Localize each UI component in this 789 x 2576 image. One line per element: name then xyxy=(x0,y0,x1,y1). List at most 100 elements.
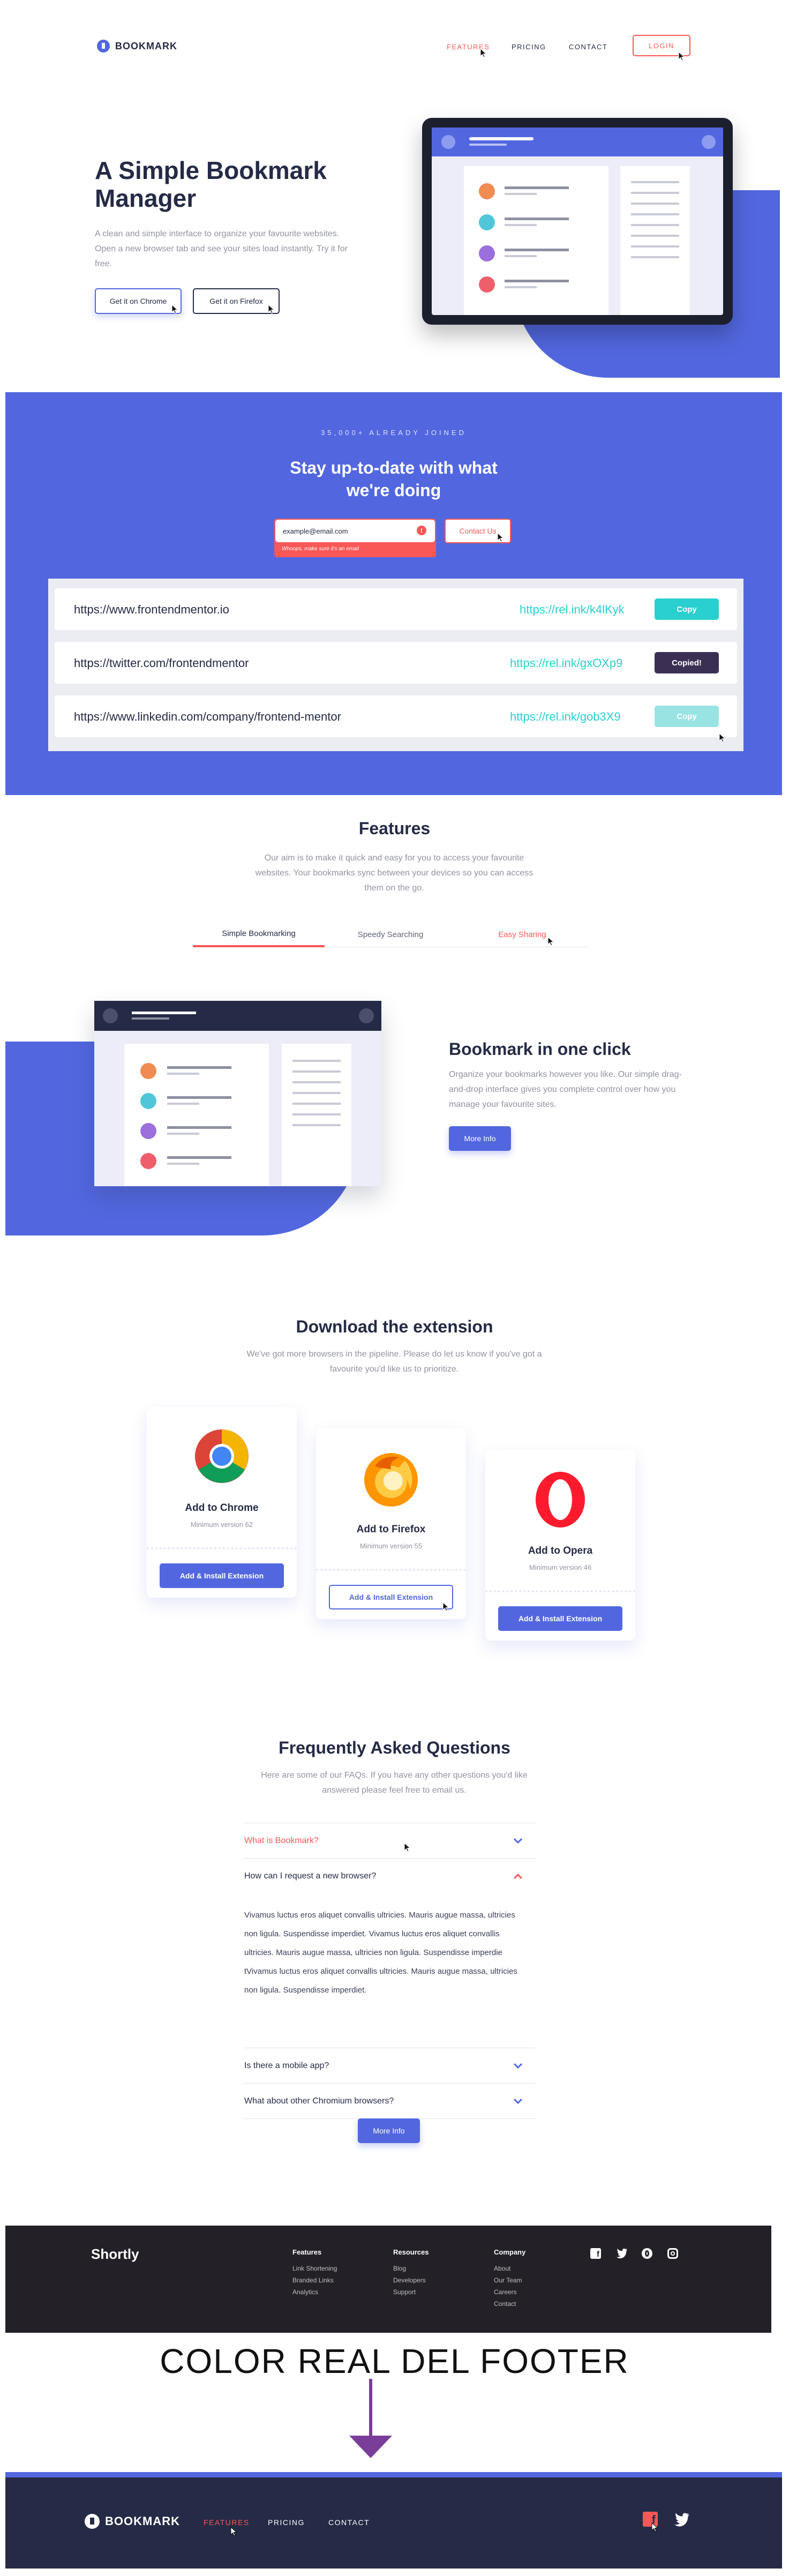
link-original: https://www.linkedin.com/company/fronten… xyxy=(74,710,341,723)
hero-title: A Simple Bookmark Manager xyxy=(95,156,327,212)
extension-card-name: Add to Opera xyxy=(528,1545,593,1556)
features-section: Features Our aim is to make it quick and… xyxy=(0,795,789,1267)
faq-description: Here are some of our FAQs. If you have a… xyxy=(261,1771,528,1795)
link-row: https://www.linkedin.com/company/fronten… xyxy=(55,695,737,737)
brand-name: BOOKMARK xyxy=(115,40,177,51)
hero-section: A Simple Bookmark Manager A clean and si… xyxy=(0,91,789,391)
footer-brand[interactable]: Shortly xyxy=(91,2246,139,2263)
footer-link[interactable]: Link Shortening xyxy=(292,2265,337,2272)
footer-link[interactable]: Support xyxy=(393,2288,429,2296)
footer-link[interactable]: Developers xyxy=(393,2277,429,2284)
twitter-icon[interactable] xyxy=(674,2513,690,2527)
cursor-icon xyxy=(230,2526,238,2536)
firefox-logo-icon xyxy=(362,1450,420,1508)
footer-link[interactable]: Contact xyxy=(494,2300,525,2308)
email-error-text: Whoops, make sure it's an email xyxy=(282,546,359,552)
signup-eyebrow: 35,000+ ALREADY JOINED xyxy=(321,429,467,437)
features-title: Features xyxy=(358,819,431,838)
twitter-icon[interactable] xyxy=(616,2248,628,2259)
tab-speedy-searching[interactable]: Speedy Searching xyxy=(325,922,456,947)
arrow-down-icon xyxy=(349,2379,392,2459)
chevron-down-icon xyxy=(513,1837,523,1847)
navbar: BOOKMARK FEATURES PRICING CONTACT LOGIN xyxy=(0,0,789,91)
get-firefox-button[interactable]: Get it on Firefox xyxy=(193,288,280,314)
footer-col: Company About Our Team Careers Contact xyxy=(494,2248,526,2308)
chevron-down-icon xyxy=(513,2062,523,2072)
footer-link[interactable]: Branded Links xyxy=(292,2277,337,2284)
link-short[interactable]: https://rel.ink/gxOXp9 xyxy=(510,656,622,670)
chevron-down-icon xyxy=(513,2098,523,2107)
cursor-icon xyxy=(442,1601,450,1612)
tab-easy-sharing[interactable]: Easy Sharing xyxy=(456,922,588,947)
features-description: Our aim is to make it quick and easy for… xyxy=(255,853,533,893)
annotation-text: COLOR REAL DEL FOOTER xyxy=(160,2342,629,2380)
cursor-icon xyxy=(547,936,555,946)
extension-title: Download the extension xyxy=(296,1317,493,1336)
extension-card-version: Minimum version 62 xyxy=(190,1521,253,1529)
hero-tablet-illustration xyxy=(422,118,733,325)
brand-logo[interactable]: BOOKMARK xyxy=(97,40,177,53)
footer: BOOKMARK FEATURES PRICING CONTACT f xyxy=(5,2472,782,2568)
faq-list: What is Bookmark? How can I request a ne… xyxy=(243,1823,536,2119)
footer-link-features[interactable]: FEATURES xyxy=(204,2518,250,2527)
copy-button[interactable]: Copy xyxy=(655,706,719,727)
hero-description: A clean and simple interface to organize… xyxy=(95,229,348,268)
tab-simple-bookmarking[interactable]: Simple Bookmarking xyxy=(193,922,325,947)
faq-section: Frequently Asked Questions Here are some… xyxy=(0,1695,789,2226)
faq-more-info-button[interactable]: More Info xyxy=(358,2118,420,2143)
instagram-icon[interactable] xyxy=(667,2248,678,2259)
footer-link[interactable]: About xyxy=(494,2265,525,2272)
cursor-icon xyxy=(171,304,179,314)
install-opera-button[interactable]: Add & Install Extension xyxy=(498,1606,622,1631)
faq-question: What is Bookmark? xyxy=(244,1836,319,1845)
error-icon: ! xyxy=(417,526,426,535)
link-short[interactable]: https://rel.ink/gob3X9 xyxy=(510,710,621,724)
extension-card-version: Minimum version 46 xyxy=(529,1563,592,1571)
footer-link-pricing[interactable]: PRICING xyxy=(268,2518,305,2527)
cursor-icon xyxy=(678,51,686,61)
faq-question: How can I request a new browser? xyxy=(244,1871,377,1881)
faq-item[interactable]: What is Bookmark? xyxy=(243,1823,536,1859)
faq-item[interactable]: Is there a mobile app? xyxy=(243,2048,536,2084)
feature-panel-title: Bookmark in one click xyxy=(449,1039,631,1059)
get-chrome-button[interactable]: Get it on Chrome xyxy=(95,288,182,314)
cursor-icon xyxy=(404,1842,411,1852)
chrome-logo-icon xyxy=(194,1428,250,1484)
email-field-wrapper: example@email.com ! Whoops, make sure it… xyxy=(274,519,436,557)
extension-card-firefox: Add to Firefox Minimum version 55 Add & … xyxy=(316,1428,466,1619)
faq-item[interactable]: What about other Chromium browsers? xyxy=(243,2084,536,2119)
signup-title: Stay up-to-date with what we're doing xyxy=(290,458,498,500)
nav-link-contact[interactable]: CONTACT xyxy=(569,43,607,51)
cursor-icon xyxy=(268,304,275,314)
extension-card-name: Add to Chrome xyxy=(185,1502,259,1514)
cursor-icon xyxy=(651,2522,659,2532)
copied-button[interactable]: Copied! xyxy=(655,652,719,673)
extension-card-version: Minimum version 55 xyxy=(359,1542,423,1550)
footer-link[interactable]: Analytics xyxy=(292,2288,337,2296)
extension-card-name: Add to Firefox xyxy=(356,1524,426,1535)
faq-item-expanded[interactable]: How can I request a new browser? Vivamus… xyxy=(243,1859,536,2048)
footer-link[interactable]: Our Team xyxy=(494,2277,525,2284)
footer-col: Features Link Shortening Branded Links A… xyxy=(292,2248,337,2296)
footer-link[interactable]: Blog xyxy=(393,2265,429,2272)
footer-brand[interactable]: BOOKMARK xyxy=(85,2514,180,2529)
bookmark-logo-icon xyxy=(97,40,110,53)
footer-link[interactable]: Careers xyxy=(494,2288,525,2296)
footer-link-contact[interactable]: CONTACT xyxy=(328,2518,370,2527)
more-info-button[interactable]: More Info xyxy=(449,1126,511,1151)
copy-button[interactable]: Copy xyxy=(655,598,719,620)
install-chrome-button[interactable]: Add & Install Extension xyxy=(160,1563,284,1588)
nav-link-pricing[interactable]: PRICING xyxy=(512,43,546,51)
facebook-icon[interactable]: f xyxy=(590,2248,601,2259)
cursor-icon xyxy=(480,48,487,58)
feature-panel-text: Organize your bookmarks however you like… xyxy=(449,1070,682,1109)
link-row: https://twitter.com/frontendmentor https… xyxy=(55,642,737,684)
email-field[interactable]: example@email.com xyxy=(275,520,435,542)
shortened-links-panel: https://www.frontendmentor.io https://re… xyxy=(48,579,743,751)
cursor-icon xyxy=(497,532,505,542)
feature-illustration xyxy=(94,1001,381,1186)
install-firefox-button[interactable]: Add & Install Extension xyxy=(329,1585,453,1609)
pinterest-icon[interactable] xyxy=(642,2248,652,2259)
features-tabs: Simple Bookmarking Speedy Searching Easy… xyxy=(193,922,588,947)
link-short[interactable]: https://rel.ink/k4lKyk xyxy=(520,603,625,617)
